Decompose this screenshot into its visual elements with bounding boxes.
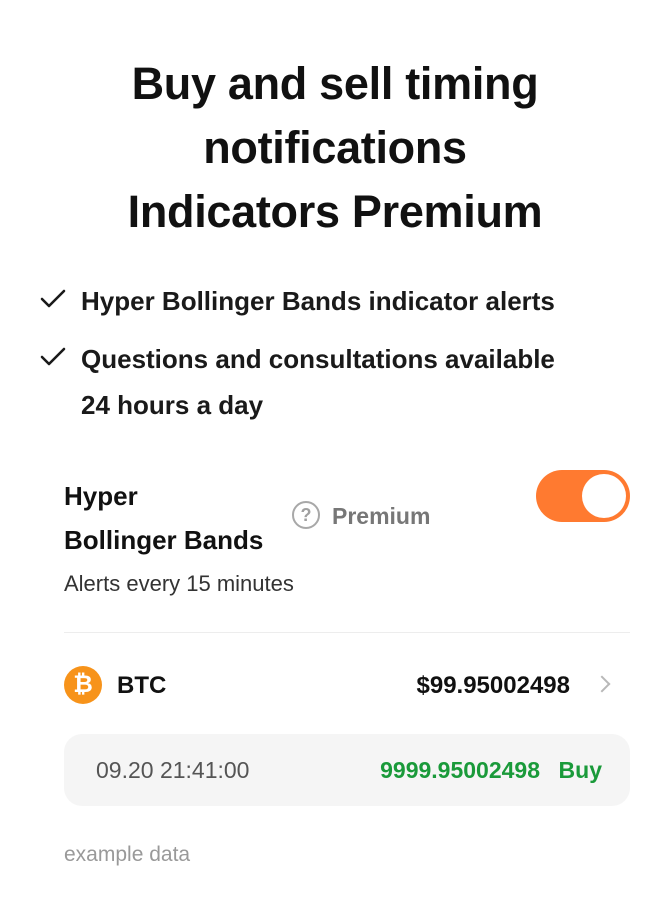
- toggle-knob: [582, 474, 626, 518]
- signal-row: 09.20 21:41:00 9999.95002498 Buy: [64, 734, 630, 806]
- feature-text: Questions and consultations available: [81, 344, 555, 374]
- signal-action: Buy: [558, 757, 602, 783]
- feature-item: Questions and consultations available 24…: [40, 336, 640, 428]
- feature-item: Hyper Bollinger Bands indicator alerts: [40, 278, 640, 324]
- page-title-line: notifications: [203, 122, 467, 173]
- signal-time: 09.20 21:41:00: [96, 757, 250, 783]
- indicator-name: Hyper Bollinger Bands: [64, 474, 263, 562]
- indicator-name-line: Hyper: [64, 481, 138, 511]
- page-title-line: Indicators Premium: [127, 186, 543, 237]
- coin-symbol: BTC: [117, 672, 167, 699]
- indicator-card: Hyper Bollinger Bands ? Premium Alerts e…: [64, 470, 630, 604]
- indicator-name-line: Bollinger Bands: [64, 525, 264, 555]
- check-icon: [40, 347, 66, 366]
- alert-frequency-text: Alerts every 15 minutes: [64, 571, 294, 596]
- feature-text: 24 hours a day: [81, 390, 264, 420]
- feature-text: Hyper Bollinger Bands indicator alerts: [81, 286, 555, 316]
- coin-row-btc[interactable]: ₿ BTC $99.95002498: [64, 666, 630, 706]
- coin-price: $99.95002498: [416, 672, 571, 699]
- bitcoin-icon: ₿: [64, 666, 102, 704]
- chevron-right-icon: [593, 675, 611, 693]
- alert-toggle[interactable]: [536, 470, 630, 522]
- question-circle-icon[interactable]: ?: [292, 501, 320, 529]
- page-title-line: Buy and sell timing: [131, 58, 539, 109]
- feature-list: Hyper Bollinger Bands indicator alerts Q…: [40, 278, 640, 440]
- premium-badge: Premium: [332, 503, 431, 529]
- divider: [64, 632, 630, 633]
- example-data-note: example data: [64, 843, 191, 866]
- signal-price: 9999.95002498: [380, 757, 540, 783]
- page-title: Buy and sell timing notifications Indica…: [0, 52, 670, 244]
- check-icon: [40, 289, 66, 308]
